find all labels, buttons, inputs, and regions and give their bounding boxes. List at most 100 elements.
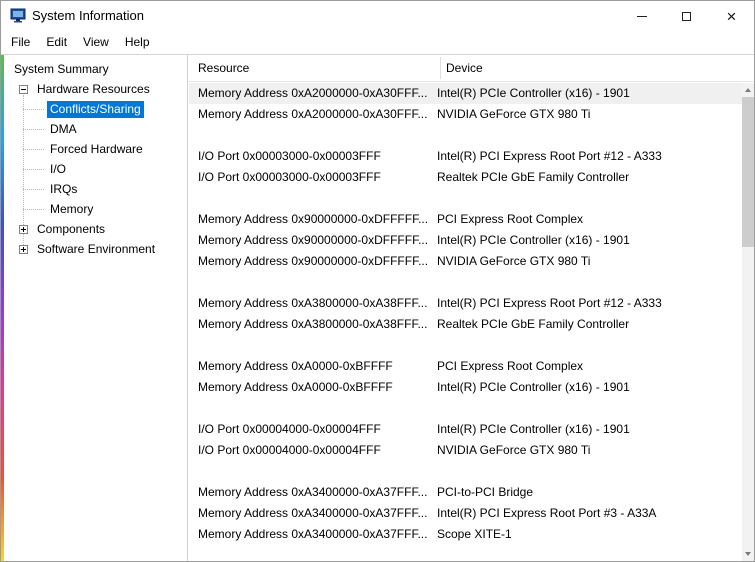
list-row-spacer xyxy=(189,125,742,146)
tree-item-software-environment[interactable]: Software Environment xyxy=(4,239,187,259)
list-row-spacer xyxy=(189,188,742,209)
device-cell xyxy=(437,272,742,293)
scroll-thumb[interactable] xyxy=(742,97,754,247)
list-row[interactable]: Memory Address 0xA2000000-0xA30FFF... Int… xyxy=(189,83,742,104)
menu-view[interactable]: View xyxy=(75,31,117,54)
resource-cell: I/O Port 0x00003000-0x00003FFF xyxy=(198,170,381,184)
tree-item-dma[interactable]: DMA xyxy=(4,119,187,139)
device-cell xyxy=(437,335,742,356)
tree-item-label: Conflicts/Sharing xyxy=(47,100,144,118)
resource-cell: Memory Address 0xA3400000-0xA37FFF... xyxy=(198,485,428,499)
resource-cell: Memory Address 0xA0000-0xBFFFF xyxy=(198,380,393,394)
title-bar: System Information × xyxy=(1,1,754,31)
resource-cell: Memory Address 0xA3800000-0xA38FFF... xyxy=(198,296,428,310)
resource-cell xyxy=(189,125,437,146)
list-row[interactable]: Memory Address 0xA0000-0xBFFFF PCI Expres… xyxy=(189,356,742,377)
list-row[interactable]: Memory Address 0xA3800000-0xA38FFF... Int… xyxy=(189,293,742,314)
tree-item-label: I/O xyxy=(50,161,67,176)
list-row[interactable]: Memory Address 0x90000000-0xDFFFFF... PCI… xyxy=(189,209,742,230)
resource-cell: Memory Address 0xA2000000-0xA30FFF... xyxy=(198,86,428,100)
list-row[interactable]: I/O Port 0x00003000-0x00003FFF Realtek PC… xyxy=(189,167,742,188)
list-row[interactable]: Memory Address 0xA3400000-0xA37FFF... Sco… xyxy=(189,524,742,545)
list-row-spacer xyxy=(189,461,742,482)
resource-cell: Memory Address 0x90000000-0xDFFFFF... xyxy=(198,212,429,226)
tree-item-components[interactable]: Components xyxy=(4,219,187,239)
device-cell xyxy=(437,188,742,209)
column-resize-divider[interactable] xyxy=(440,57,441,79)
list-row[interactable]: Memory Address 0xA2000000-0xA30FFF... NVI… xyxy=(189,104,742,125)
scroll-up-button[interactable] xyxy=(742,83,754,97)
resource-cell: I/O Port 0x00003000-0x00003FFF xyxy=(198,149,381,163)
device-cell: Realtek PCIe GbE Family Controller xyxy=(437,317,630,331)
list-row-spacer xyxy=(189,335,742,356)
vertical-scrollbar[interactable] xyxy=(742,83,754,561)
device-cell: Intel(R) PCIe Controller (x16) - 1901 xyxy=(437,233,630,247)
tree-item-memory[interactable]: Memory xyxy=(4,199,187,219)
scroll-down-arrow-icon xyxy=(745,552,751,556)
maximize-icon xyxy=(682,11,691,21)
list-row-spacer xyxy=(189,398,742,419)
list-row[interactable]: Memory Address 0x90000000-0xDFFFFF... Int… xyxy=(189,230,742,251)
list-row[interactable]: Memory Address 0x90000000-0xDFFFFF... NVI… xyxy=(189,251,742,272)
resource-cell: Memory Address 0x90000000-0xDFFFFF... xyxy=(198,233,429,247)
close-button[interactable]: × xyxy=(709,1,754,31)
navigation-tree-pane: System Summary Hardware Resources Conflict… xyxy=(4,55,188,561)
device-column-header[interactable]: Device xyxy=(446,55,483,82)
device-cell: Realtek PCIe GbE Family Controller xyxy=(437,170,630,184)
tree-item-forced-hardware[interactable]: Forced Hardware xyxy=(4,139,187,159)
minimize-button[interactable] xyxy=(619,1,664,31)
device-cell xyxy=(437,398,742,419)
maximize-button[interactable] xyxy=(664,1,709,31)
tree-item-hardware-resources[interactable]: Hardware Resources xyxy=(4,79,187,99)
list-row[interactable]: Memory Address 0xA3400000-0xA37FFF... PCI… xyxy=(189,482,742,503)
tree-item-label: IRQs xyxy=(50,181,78,196)
device-cell: Scope XITE-1 xyxy=(437,527,512,541)
system-information-app-icon xyxy=(10,8,26,23)
list-header: Resource Device xyxy=(189,55,754,82)
tree-expander-plus-icon[interactable] xyxy=(19,244,28,254)
menu-file[interactable]: File xyxy=(3,31,38,54)
tree-view: System Summary Hardware Resources Conflict… xyxy=(4,59,187,259)
close-icon: × xyxy=(726,6,737,26)
window-title: System Information xyxy=(32,8,144,23)
resource-cell: I/O Port 0x00004000-0x00004FFF xyxy=(198,443,381,457)
scroll-down-button[interactable] xyxy=(742,547,754,561)
tree-item-label: Software Environment xyxy=(37,241,156,256)
list-row[interactable]: I/O Port 0x00003000-0x00003FFF Intel(R) P… xyxy=(189,146,742,167)
resource-cell: Memory Address 0xA0000-0xBFFFF xyxy=(198,359,393,373)
resource-cell xyxy=(189,188,437,209)
resource-cell xyxy=(189,272,437,293)
minimize-icon xyxy=(636,15,647,17)
resource-column-header[interactable]: Resource xyxy=(198,55,249,82)
device-cell: Intel(R) PCIe Controller (x16) - 1901 xyxy=(437,380,630,394)
list-row[interactable]: Memory Address 0xA3800000-0xA38FFF... Rea… xyxy=(189,314,742,335)
device-cell: PCI Express Root Complex xyxy=(437,212,584,226)
device-cell: NVIDIA GeForce GTX 980 Ti xyxy=(437,107,591,121)
list-row[interactable]: Memory Address 0xA0000-0xBFFFF Intel(R) P… xyxy=(189,377,742,398)
tree-item-label: DMA xyxy=(50,121,77,136)
resource-cell: Memory Address 0xA3400000-0xA37FFF... xyxy=(198,527,428,541)
scroll-up-arrow-icon xyxy=(745,88,751,92)
tree-item-i-o[interactable]: I/O xyxy=(4,159,187,179)
list-row[interactable]: I/O Port 0x00004000-0x00004FFF NVIDIA GeF… xyxy=(189,440,742,461)
tree-item-conflicts-sharing[interactable]: Conflicts/Sharing xyxy=(4,99,187,119)
tree-item-label: Components xyxy=(37,221,106,236)
tree-item-label: Forced Hardware xyxy=(50,141,143,156)
list-row[interactable]: Memory Address 0xA3400000-0xA37FFF... Int… xyxy=(189,503,742,524)
device-cell xyxy=(437,125,742,146)
list-row[interactable]: I/O Port 0x00004000-0x00004FFF Intel(R) P… xyxy=(189,419,742,440)
device-cell xyxy=(437,461,742,482)
resource-cell: Memory Address 0xA3800000-0xA38FFF... xyxy=(198,317,428,331)
device-cell: NVIDIA GeForce GTX 980 Ti xyxy=(437,443,591,457)
device-cell: Intel(R) PCIe Controller (x16) - 1901 xyxy=(437,86,630,100)
tree-expander-plus-icon[interactable] xyxy=(19,224,28,234)
menu-help[interactable]: Help xyxy=(117,31,158,54)
menu-edit[interactable]: Edit xyxy=(38,31,75,54)
tree-expander-minus-icon[interactable] xyxy=(19,84,28,94)
tree-item-irqs[interactable]: IRQs xyxy=(4,179,187,199)
device-cell: PCI-to-PCI Bridge xyxy=(437,485,534,499)
tree-item-system-summary[interactable]: System Summary xyxy=(4,59,187,79)
resource-cell: Memory Address 0xA3400000-0xA37FFF... xyxy=(198,506,428,520)
resource-cell: I/O Port 0x00004000-0x00004FFF xyxy=(198,422,381,436)
device-cell: Intel(R) PCI Express Root Port #3 - A33A xyxy=(437,506,657,520)
